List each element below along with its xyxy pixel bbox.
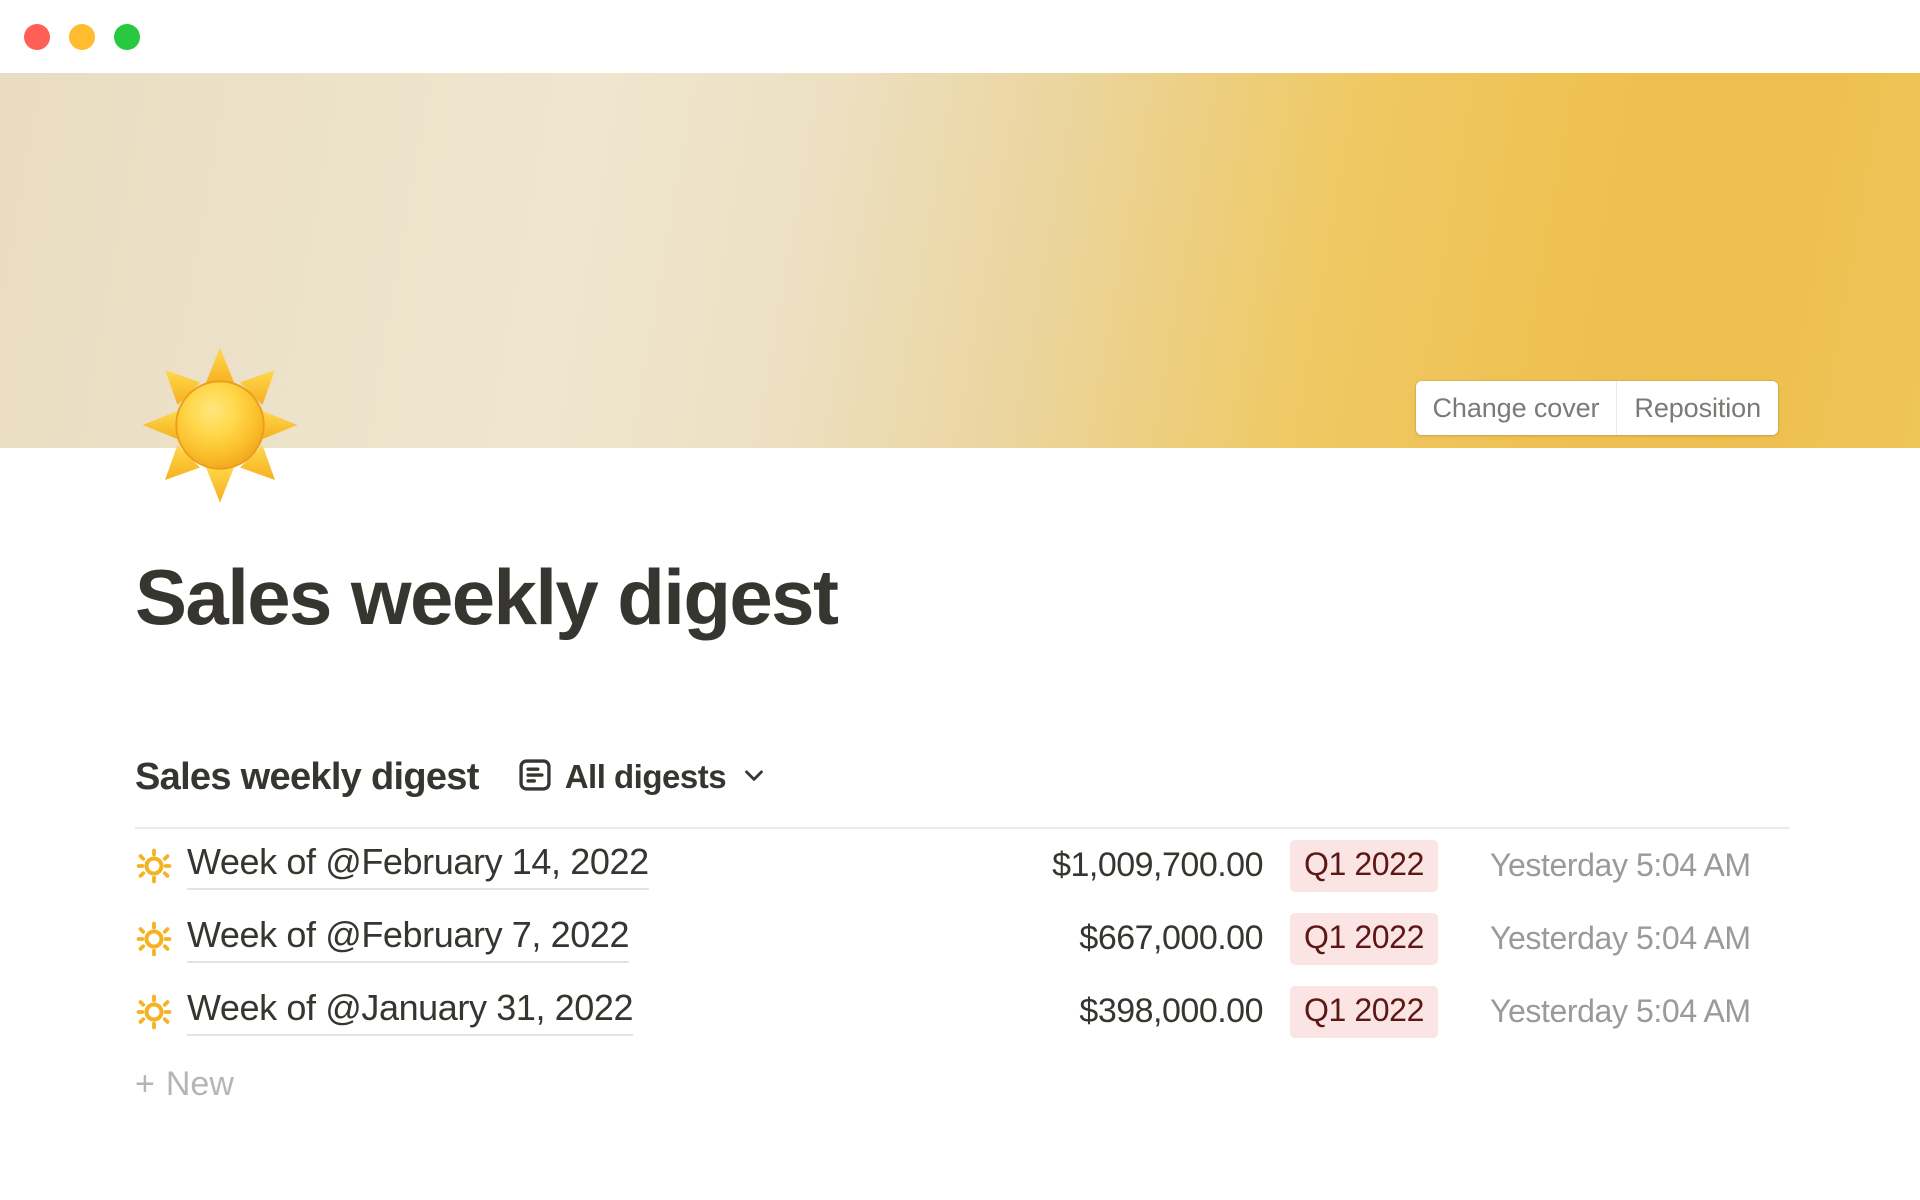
bright-sun-icon <box>135 847 173 885</box>
database-title[interactable]: Sales weekly digest <box>135 756 479 799</box>
row-properties: $1,009,700.00 Q1 2022 Yesterday 5:04 AM <box>1003 839 1790 892</box>
page-title[interactable]: Sales weekly digest <box>135 555 1790 639</box>
status-badge: Q1 2022 <box>1290 839 1438 892</box>
row-title-link[interactable]: Week of @January 31, 2022 <box>187 987 634 1037</box>
row-title-cell: Week of @February 7, 2022 <box>135 914 630 964</box>
database-view-label: All digests <box>564 758 727 796</box>
cover-controls: Change cover Reposition <box>1415 381 1778 435</box>
row-title-cell: Week of @January 31, 2022 <box>135 987 634 1037</box>
row-title-cell: Week of @February 14, 2022 <box>135 841 649 891</box>
page-icon-sun[interactable] <box>140 345 300 505</box>
bright-sun-icon <box>135 920 173 958</box>
table-row[interactable]: Week of @January 31, 2022 $398,000.00 Q1… <box>135 975 1790 1048</box>
table-row[interactable]: Week of @February 7, 2022 $667,000.00 Q1… <box>135 902 1790 975</box>
quarter-cell[interactable]: Q1 2022 <box>1290 912 1490 965</box>
window-close-button[interactable] <box>24 23 50 50</box>
traffic-light-controls <box>24 23 140 50</box>
row-title-link[interactable]: Week of @February 14, 2022 <box>187 841 649 891</box>
quarter-cell[interactable]: Q1 2022 <box>1290 839 1490 892</box>
table-row[interactable]: Week of @February 14, 2022 $1,009,700.00… <box>135 829 1790 902</box>
row-title-link[interactable]: Week of @February 7, 2022 <box>187 914 630 964</box>
list-view-icon <box>516 756 554 799</box>
amount-cell[interactable]: $1,009,700.00 <box>1003 846 1263 885</box>
plus-icon: + <box>135 1065 155 1104</box>
edited-time-cell: Yesterday 5:04 AM <box>1490 847 1751 884</box>
chevron-down-icon <box>739 760 769 795</box>
window-titlebar <box>0 0 1920 73</box>
add-new-row-button[interactable]: + New <box>135 1054 1790 1114</box>
inline-database-block: Sales weekly digest All digests Week of … <box>135 749 1790 1114</box>
database-view-selector[interactable]: All digests <box>510 753 775 802</box>
window-minimize-button[interactable] <box>69 23 95 50</box>
row-properties: $667,000.00 Q1 2022 Yesterday 5:04 AM <box>1003 912 1790 965</box>
change-cover-button[interactable]: Change cover <box>1415 381 1617 435</box>
edited-time-cell: Yesterday 5:04 AM <box>1490 993 1751 1030</box>
status-badge: Q1 2022 <box>1290 912 1438 965</box>
page-content: Sales weekly digest Sales weekly digest … <box>0 448 1920 1114</box>
row-properties: $398,000.00 Q1 2022 Yesterday 5:04 AM <box>1003 985 1790 1038</box>
bright-sun-icon <box>135 993 173 1031</box>
status-badge: Q1 2022 <box>1290 985 1438 1038</box>
amount-cell[interactable]: $667,000.00 <box>1003 919 1263 958</box>
amount-cell[interactable]: $398,000.00 <box>1003 992 1263 1031</box>
add-new-row-label: New <box>165 1064 234 1103</box>
window-maximize-button[interactable] <box>114 23 140 50</box>
database-header: Sales weekly digest All digests <box>135 749 1790 805</box>
quarter-cell[interactable]: Q1 2022 <box>1290 985 1490 1038</box>
edited-time-cell: Yesterday 5:04 AM <box>1490 920 1751 957</box>
reposition-button[interactable]: Reposition <box>1616 381 1778 435</box>
